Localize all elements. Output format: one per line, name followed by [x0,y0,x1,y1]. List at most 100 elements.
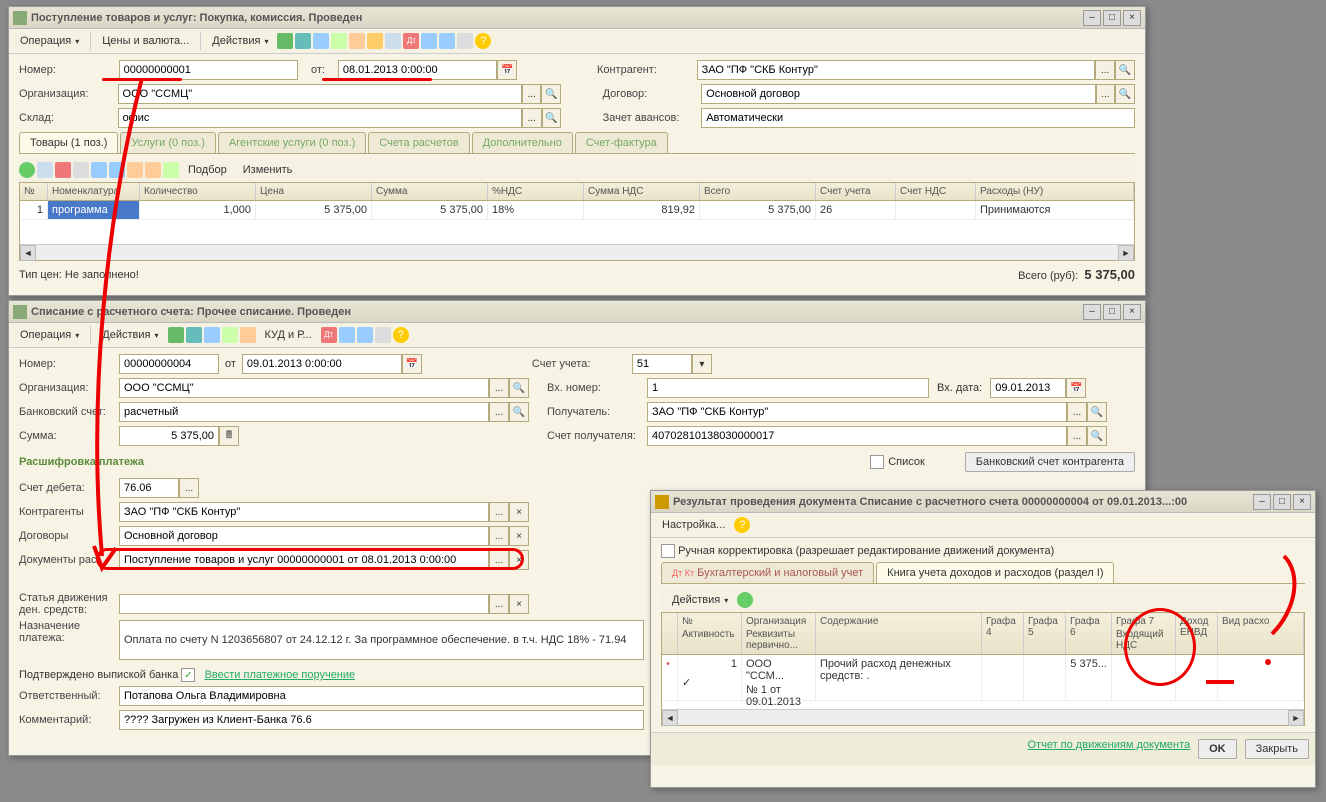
org-input[interactable] [119,378,489,398]
save-icon[interactable] [295,33,311,49]
clear-icon[interactable]: × [509,502,529,522]
list-checkbox[interactable] [870,455,884,469]
close-button[interactable]: Закрыть [1245,739,1309,759]
close-button[interactable]: × [1123,10,1141,26]
up-icon[interactable] [91,162,107,178]
select-icon[interactable]: ... [522,108,542,128]
search-icon[interactable]: 🔍 [1115,60,1135,80]
contract-input[interactable] [119,526,489,546]
struct-icon[interactable] [339,327,355,343]
scroll-right[interactable]: ► [1118,245,1134,261]
debitacc-input[interactable] [119,478,179,498]
operation-menu[interactable]: Операция [13,325,86,345]
tab-agent[interactable]: Агентские услуги (0 поз.) [218,132,366,153]
dtkt-icon[interactable]: Дт [403,33,419,49]
calc-icon[interactable]: 🖩 [219,426,239,446]
org-input[interactable] [118,84,522,104]
actions-menu[interactable]: Действия [95,325,165,345]
manual-checkbox[interactable] [661,544,675,558]
refresh-icon[interactable] [204,327,220,343]
table-row[interactable]: • 1✓ ООО "ССМ...№ 1 от 09.01.2013 Прочий… [662,655,1304,701]
sum-input[interactable] [119,426,219,446]
post-icon[interactable] [277,33,293,49]
based-icon[interactable] [240,327,256,343]
tab-goods[interactable]: Товары (1 поз.) [19,132,118,153]
account-input[interactable] [632,354,692,374]
kudr-button[interactable]: КУД и Р... [258,325,319,345]
scroll-right[interactable]: ► [1288,710,1304,726]
ok-button[interactable]: OK [1198,739,1237,759]
search-icon[interactable]: 🔍 [1087,402,1107,422]
inum-input[interactable] [647,378,929,398]
select-icon[interactable]: ... [489,502,509,522]
search-icon[interactable]: 🔍 [542,108,562,128]
confirmed-checkbox[interactable]: ✓ [181,668,195,682]
scroll-left[interactable]: ◄ [662,710,678,726]
advance-input[interactable] [701,108,1135,128]
maximize-button[interactable]: □ [1273,494,1291,510]
struct-icon[interactable] [421,33,437,49]
del-icon[interactable] [55,162,71,178]
titlebar[interactable]: Поступление товаров и услуг: Покупка, ко… [9,7,1145,29]
select-icon[interactable]: ... [1067,426,1087,446]
enter-payment-link[interactable]: Ввести платежное поручение [205,669,356,681]
table-row[interactable]: 1 программа 1,000 5 375,00 5 375,00 18% … [20,201,1134,220]
clear-icon[interactable]: × [509,550,529,570]
save-icon[interactable] [186,327,202,343]
search-icon[interactable]: 🔍 [1115,84,1135,104]
recipient-input[interactable] [647,402,1067,422]
settings-button[interactable]: Настройка... [655,515,732,535]
select-icon[interactable]: ... [179,478,199,498]
bankacc-button[interactable]: Банковский счет контрагента [965,452,1135,472]
edit-icon[interactable] [73,162,89,178]
search-icon[interactable]: 🔍 [1087,426,1107,446]
search-icon[interactable]: 🔍 [509,378,529,398]
number-input[interactable] [119,354,219,374]
tab-invoice[interactable]: Счет-фактура [575,132,668,153]
contractor-input[interactable] [119,502,489,522]
refresh-icon[interactable] [313,33,329,49]
tree-icon[interactable] [439,33,455,49]
idate-input[interactable] [990,378,1066,398]
close-button[interactable]: × [1293,494,1311,510]
select-icon[interactable]: ... [522,84,542,104]
copy-icon[interactable] [222,327,238,343]
select-icon[interactable]: ... [489,550,509,570]
scroll-left[interactable]: ◄ [20,245,36,261]
tab-services[interactable]: Услуги (0 поз.) [120,132,215,153]
attach-icon[interactable] [367,33,383,49]
date-input[interactable] [338,60,497,80]
select-icon[interactable]: ... [1067,402,1087,422]
responsible-input[interactable] [119,686,644,706]
date-input[interactable] [242,354,402,374]
warehouse-input[interactable] [118,108,522,128]
new-icon[interactable] [37,162,53,178]
tab-kudr[interactable]: Книга учета доходов и расходов (раздел I… [876,562,1114,583]
pick-button[interactable]: Подбор [181,160,234,180]
tree-icon[interactable] [357,327,373,343]
recaccount-input[interactable] [647,426,1067,446]
sort2-icon[interactable] [145,162,161,178]
calendar-icon[interactable]: 📅 [402,354,422,374]
contract-input[interactable] [701,84,1095,104]
refresh-icon[interactable] [737,592,753,608]
add-icon[interactable] [19,162,35,178]
report-link[interactable]: Отчет по движениям документа [1028,739,1191,759]
search-icon[interactable]: 🔍 [541,84,561,104]
select-icon[interactable]: ... [489,402,509,422]
clear-icon[interactable]: × [509,594,529,614]
comment-input[interactable] [119,710,644,730]
titlebar[interactable]: Списание с расчетного счета: Прочее спис… [9,301,1145,323]
help-icon[interactable]: ? [734,517,750,533]
select-icon[interactable]: ... [489,526,509,546]
minimize-button[interactable]: – [1253,494,1271,510]
select-icon[interactable]: ... [1095,60,1115,80]
actions-menu[interactable]: Действия [665,590,735,610]
tab-accounting[interactable]: Дт Кт Бухгалтерский и налоговый учет [661,562,874,583]
help-icon[interactable]: ? [475,33,491,49]
list-icon[interactable] [375,327,391,343]
help-icon[interactable]: ? [393,327,409,343]
purpose-input[interactable]: Оплата по счету N 1203656807 от 24.12.12… [119,620,644,660]
post-icon[interactable] [168,327,184,343]
select-icon[interactable]: ... [489,378,509,398]
